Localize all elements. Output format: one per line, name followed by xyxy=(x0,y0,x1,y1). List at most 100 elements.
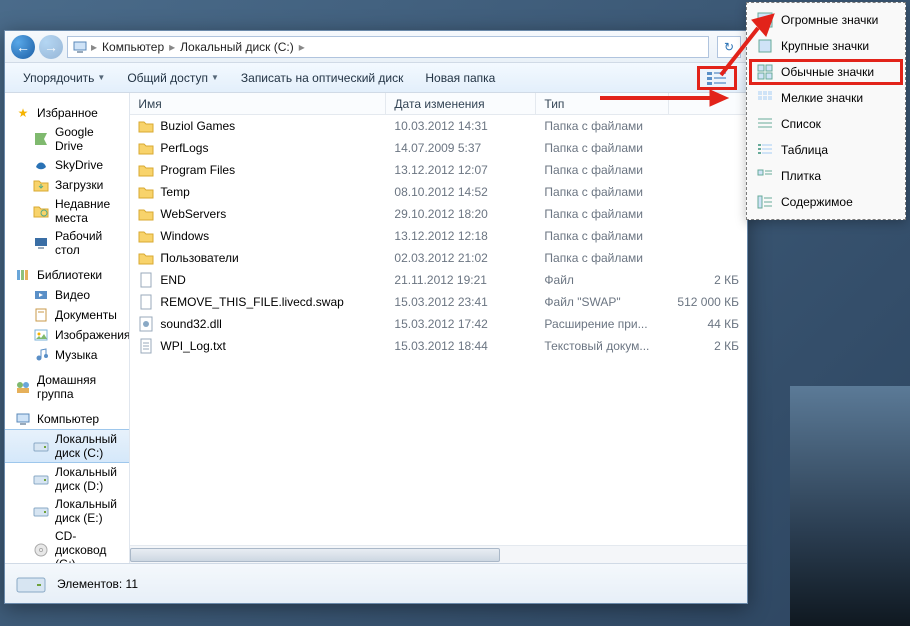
view-option[interactable]: Мелкие значки xyxy=(749,85,903,111)
status-bar: Элементов: 11 xyxy=(5,563,747,603)
file-name: Program Files xyxy=(160,163,235,177)
lib-icon xyxy=(33,307,49,323)
file-icon xyxy=(138,294,154,310)
file-name: Пользователи xyxy=(160,251,238,265)
view-option[interactable]: Плитка xyxy=(749,163,903,189)
sidebar-item-label: Видео xyxy=(55,288,90,302)
file-name: REMOVE_THIS_FILE.livecd.swap xyxy=(160,295,343,309)
sidebar-item-favorite[interactable]: Рабочий стол xyxy=(5,227,129,259)
newfolder-button[interactable]: Новая папка xyxy=(417,63,503,93)
file-row[interactable]: Buziol Games 10.03.2012 14:31 Папка с фа… xyxy=(130,115,747,137)
computer-icon xyxy=(72,39,88,55)
file-date: 15.03.2012 23:41 xyxy=(386,295,536,309)
file-row[interactable]: WPI_Log.txt 15.03.2012 18:44 Текстовый д… xyxy=(130,335,747,357)
sidebar-item-label: Документы xyxy=(55,308,117,322)
fav-icon xyxy=(33,235,49,251)
view-option[interactable]: Содержимое xyxy=(749,189,903,215)
file-row[interactable]: Пользователи 02.03.2012 21:02 Папка с фа… xyxy=(130,247,747,269)
col-name[interactable]: Имя xyxy=(130,93,386,114)
forward-button[interactable]: → xyxy=(39,35,63,59)
file-row[interactable]: Windows 13.12.2012 12:18 Папка с файлами xyxy=(130,225,747,247)
drive-icon xyxy=(33,503,49,519)
back-button[interactable]: ← xyxy=(11,35,35,59)
chevron-down-icon: ▼ xyxy=(97,73,105,82)
nav-bar: ← → ▸ Компьютер ▸ Локальный диск (C:) ▸ … xyxy=(5,31,747,63)
file-row[interactable]: sound32.dll 15.03.2012 17:42 Расширение … xyxy=(130,313,747,335)
file-date: 10.03.2012 14:31 xyxy=(386,119,536,133)
sidebar-homegroup[interactable]: Домашняя группа xyxy=(5,371,129,403)
sidebar-item-label: Изображения xyxy=(55,328,130,342)
file-size: 2 КБ xyxy=(669,273,747,287)
folder-icon xyxy=(138,228,154,244)
breadcrumb-computer[interactable]: Компьютер xyxy=(98,40,168,54)
lib-icon xyxy=(33,287,49,303)
file-row[interactable]: Temp 08.10.2012 14:52 Папка с файлами xyxy=(130,181,747,203)
sidebar-item-label: Локальный диск (C:) xyxy=(55,432,119,460)
file-type: Текстовый докум... xyxy=(536,339,669,353)
sidebar-item-drive[interactable]: Локальный диск (D:) xyxy=(5,463,129,495)
col-date[interactable]: Дата изменения xyxy=(386,93,536,114)
file-type: Папка с файлами xyxy=(536,207,669,221)
organize-button[interactable]: Упорядочить▼ xyxy=(15,63,113,93)
view-option[interactable]: Список xyxy=(749,111,903,137)
sidebar-item-library[interactable]: Музыка xyxy=(5,345,129,365)
file-size: 512 000 КБ xyxy=(669,295,747,309)
annotation-arrow-icon xyxy=(716,10,776,80)
sidebar-item-drive[interactable]: Локальный диск (E:) xyxy=(5,495,129,527)
view-icon xyxy=(757,142,773,158)
file-name: END xyxy=(160,273,185,287)
view-icon xyxy=(757,168,773,184)
file-date: 13.12.2012 12:07 xyxy=(386,163,536,177)
share-button[interactable]: Общий доступ▼ xyxy=(119,63,227,93)
sidebar-computer[interactable]: Компьютер xyxy=(5,409,129,429)
sidebar-item-label: Рабочий стол xyxy=(55,229,119,257)
sidebar-item-favorite[interactable]: Недавние места xyxy=(5,195,129,227)
folder-icon xyxy=(138,206,154,222)
view-icon xyxy=(757,116,773,132)
sidebar-item-favorite[interactable]: Загрузки xyxy=(5,175,129,195)
file-row[interactable]: REMOVE_THIS_FILE.livecd.swap 15.03.2012 … xyxy=(130,291,747,313)
view-icon xyxy=(757,90,773,106)
chevron-right-icon: ▸ xyxy=(298,40,306,54)
content-area: ★Избранное Google DriveSkyDriveЗагрузкиН… xyxy=(5,93,747,563)
sidebar-item-library[interactable]: Видео xyxy=(5,285,129,305)
file-list: Имя Дата изменения Тип Buziol Games 10.0… xyxy=(130,93,747,563)
sidebar-item-label: Локальный диск (D:) xyxy=(55,465,119,493)
horizontal-scrollbar[interactable] xyxy=(130,545,747,563)
sidebar-favorites[interactable]: ★Избранное xyxy=(5,103,129,123)
sidebar-item-library[interactable]: Изображения xyxy=(5,325,129,345)
lib-icon xyxy=(33,347,49,363)
burn-button[interactable]: Записать на оптический диск xyxy=(233,63,412,93)
sidebar-item-label: CD-дисковод (G:) xyxy=(55,529,119,563)
file-row[interactable]: PerfLogs 14.07.2009 5:37 Папка с файлами xyxy=(130,137,747,159)
sidebar-item-drive[interactable]: CD-дисковод (G:) xyxy=(5,527,129,563)
drive-icon xyxy=(33,438,49,454)
breadcrumb-drive[interactable]: Локальный диск (C:) xyxy=(176,40,298,54)
sidebar-libraries[interactable]: Библиотеки xyxy=(5,265,129,285)
folder-icon xyxy=(138,140,154,156)
file-type: Файл xyxy=(536,273,669,287)
view-option-label: Содержимое xyxy=(781,195,853,209)
sidebar-item-favorite[interactable]: SkyDrive xyxy=(5,155,129,175)
file-row[interactable]: Program Files 13.12.2012 12:07 Папка с ф… xyxy=(130,159,747,181)
library-icon xyxy=(15,267,31,283)
address-bar[interactable]: ▸ Компьютер ▸ Локальный диск (C:) ▸ xyxy=(67,36,709,58)
file-date: 13.12.2012 12:18 xyxy=(386,229,536,243)
drive-icon xyxy=(15,570,47,598)
view-option[interactable]: Таблица xyxy=(749,137,903,163)
file-type: Папка с файлами xyxy=(536,119,669,133)
sidebar-item-favorite[interactable]: Google Drive xyxy=(5,123,129,155)
view-option-label: Обычные значки xyxy=(781,65,874,79)
desktop-background xyxy=(790,386,910,626)
file-row[interactable]: END 21.11.2012 19:21 Файл 2 КБ xyxy=(130,269,747,291)
file-type: Файл "SWAP" xyxy=(536,295,669,309)
sidebar-item-drive[interactable]: Локальный диск (C:) xyxy=(5,429,129,463)
chevron-right-icon: ▸ xyxy=(168,40,176,54)
annotation-arrow-icon xyxy=(600,88,730,108)
view-option-label: Огромные значки xyxy=(781,13,878,27)
sidebar-item-library[interactable]: Документы xyxy=(5,305,129,325)
file-name: WPI_Log.txt xyxy=(160,339,225,353)
view-option-label: Таблица xyxy=(781,143,828,157)
file-row[interactable]: WebServers 29.10.2012 18:20 Папка с файл… xyxy=(130,203,747,225)
view-icon xyxy=(757,194,773,210)
